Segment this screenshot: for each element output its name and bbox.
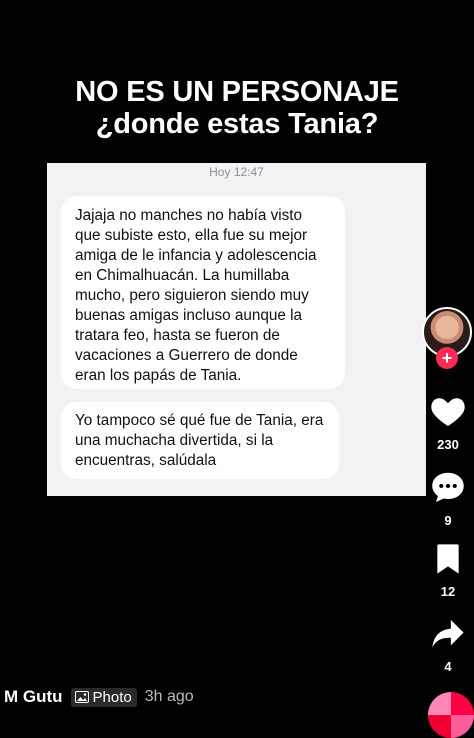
- post-time: 3h ago: [144, 688, 194, 705]
- comment-button[interactable]: 9: [424, 470, 472, 528]
- message-line: amiga de le infancia y adolescencia: [75, 247, 317, 264]
- photo-icon: [74, 691, 89, 703]
- heart-icon: [431, 398, 465, 426]
- message-bubble: Yo tampoco sé qué fue de Tania, era una …: [61, 402, 339, 479]
- photo-badge: Photo: [70, 687, 137, 707]
- message-line: en Chimalhuacán. La humillaba: [75, 267, 290, 284]
- creator-username[interactable]: M Gutu: [4, 687, 63, 707]
- overlay-title-line-1: NO ES UN PERSONAJE: [75, 76, 399, 108]
- message-line: tratara feo, hasta se fueron de: [75, 327, 280, 344]
- message-line: vacaciones a Guerrero de donde: [75, 347, 298, 364]
- overlay-title: NO ES UN PERSONAJE ¿donde estas Tania?: [0, 76, 474, 140]
- message-bubble: Jajaja no manches no había visto que sub…: [61, 196, 345, 389]
- comment-count: 9: [444, 513, 452, 528]
- message-line: buenas amigas incluso aunque la: [75, 307, 303, 324]
- bookmark-icon: [437, 544, 459, 574]
- message-line: una muchacha divertida, si la: [75, 432, 274, 449]
- sound-disc[interactable]: [428, 692, 474, 738]
- share-count: 4: [444, 659, 452, 674]
- message-line: Jajaja no manches no había visto: [75, 207, 303, 224]
- message-line: mucho, pero siguieron siendo muy: [75, 287, 309, 304]
- share-arrow-icon: [432, 619, 464, 648]
- comment-icon: [432, 472, 464, 502]
- message-line: eran los papás de Tania.: [75, 367, 242, 384]
- save-button[interactable]: 12: [424, 543, 472, 599]
- like-button[interactable]: 230: [424, 394, 472, 452]
- overlay-title-line-2: ¿donde estas Tania?: [95, 108, 379, 140]
- message-line: encuentras, salúdala: [75, 452, 217, 469]
- like-count: 230: [437, 437, 459, 452]
- save-count: 12: [440, 584, 456, 599]
- post-footer: M Gutu Photo 3h ago: [4, 686, 194, 708]
- message-line: Yo tampoco sé qué fue de Tania, era: [75, 412, 324, 429]
- photo-badge-label: Photo: [92, 688, 132, 706]
- follow-button[interactable]: +: [436, 347, 458, 369]
- message-line: que subiste esto, ella fue su mejor: [75, 227, 308, 244]
- chat-screenshot: Hoy 12:47 Jajaja no manches no había vis…: [47, 163, 426, 496]
- chat-timestamp: Hoy 12:47: [209, 165, 264, 179]
- share-button[interactable]: 4: [424, 618, 472, 674]
